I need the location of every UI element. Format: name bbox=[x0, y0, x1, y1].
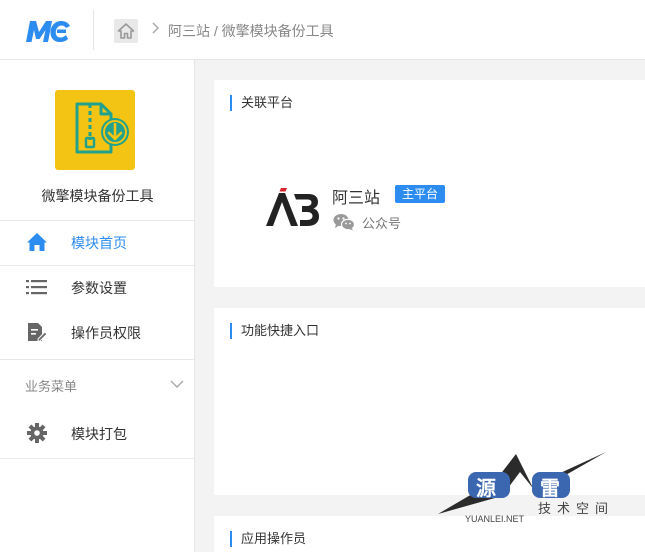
sidebar-item-operator-permissions[interactable]: 操作员权限 bbox=[0, 310, 194, 355]
sidebar-item-module-home[interactable]: 模块首页 bbox=[0, 220, 194, 265]
app-icon bbox=[55, 90, 135, 170]
document-edit-icon bbox=[26, 322, 48, 342]
zip-download-icon bbox=[75, 102, 129, 154]
sidebar-divider bbox=[0, 359, 194, 360]
gear-icon bbox=[26, 423, 48, 443]
home-icon bbox=[117, 23, 135, 39]
platform-name: 阿三站 bbox=[332, 190, 381, 207]
watermark-site: YUANLEI.NET bbox=[465, 514, 525, 524]
brand-logo-icon bbox=[26, 21, 70, 42]
sidebar-group-label: 业务菜单 bbox=[25, 379, 78, 394]
app-name: 微擎模块备份工具 bbox=[41, 188, 154, 204]
sidebar-item-settings[interactable]: 参数设置 bbox=[0, 265, 194, 310]
breadcrumb-root[interactable]: 阿三站 bbox=[168, 23, 210, 39]
breadcrumb-separator: / bbox=[210, 23, 222, 39]
watermark-char: 源 bbox=[476, 478, 496, 500]
topbar-divider bbox=[93, 10, 94, 50]
platform-tag-badge: 主平台 bbox=[395, 185, 446, 203]
watermark: 源 雷 技术空间 YUANLEI.NET bbox=[436, 450, 616, 530]
panel-title: 关联平台 bbox=[230, 95, 293, 111]
linked-platform-panel: 关联平台 阿三站 主平台 公众号 bbox=[214, 80, 645, 287]
breadcrumb: 阿三站 / 微擎模块备份工具 bbox=[168, 21, 334, 41]
platform-type: 公众号 bbox=[362, 216, 402, 231]
sidebar-item-label: 模块打包 bbox=[71, 426, 127, 442]
sidebar: 微擎模块备份工具 模块首页 参数设置 操作员权限 业务菜单 模块打包 bbox=[0, 60, 195, 552]
watermark-subtitle: 技术空间 bbox=[538, 501, 615, 516]
chevron-right-icon bbox=[150, 21, 160, 38]
platform-logo[interactable] bbox=[264, 187, 320, 232]
sidebar-item-label: 模块首页 bbox=[71, 235, 127, 251]
brand-logo[interactable]: MC bbox=[24, 18, 72, 44]
sidebar-item-label: 操作员权限 bbox=[71, 325, 141, 341]
watermark-char: 雷 bbox=[540, 478, 560, 500]
panel-title: 应用操作员 bbox=[230, 531, 306, 547]
home-button[interactable] bbox=[114, 19, 138, 43]
ab-logo-icon bbox=[266, 188, 319, 226]
sidebar-divider bbox=[0, 458, 194, 459]
wechat-icon bbox=[333, 213, 356, 236]
sidebar-item-label: 参数设置 bbox=[71, 280, 127, 296]
list-icon bbox=[26, 277, 48, 297]
chevron-down-icon[interactable] bbox=[170, 376, 184, 394]
sidebar-item-module-package[interactable]: 模块打包 bbox=[0, 411, 194, 456]
panel-title: 功能快捷入口 bbox=[230, 323, 319, 339]
top-bar: MC 阿三站 / 微擎模块备份工具 bbox=[0, 0, 645, 60]
home-icon bbox=[26, 232, 48, 252]
breadcrumb-current: 微擎模块备份工具 bbox=[221, 23, 334, 39]
